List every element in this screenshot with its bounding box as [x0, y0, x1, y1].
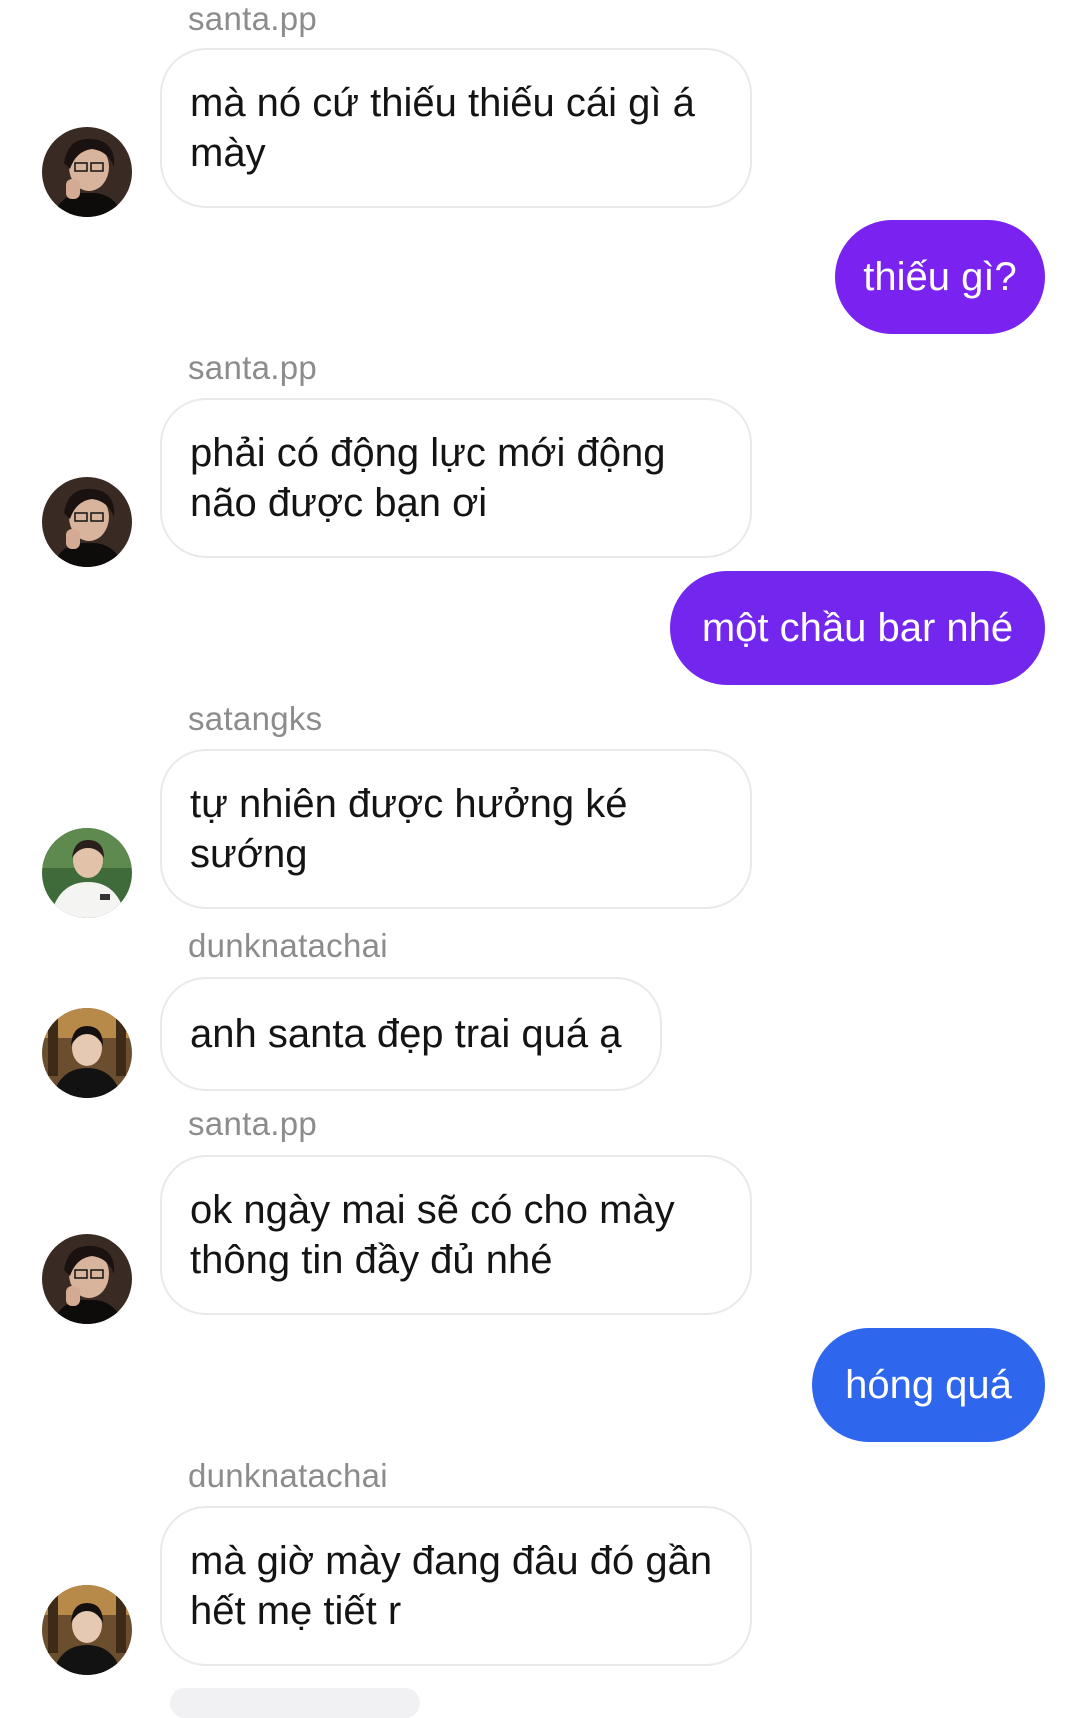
sender-name: dunknatachai [188, 1457, 388, 1494]
sender-name: santa.pp [188, 349, 318, 386]
message-text: mà nó cứ thiếu thiếu cái gì á mày [190, 81, 695, 175]
message-text: hóng quá [845, 1363, 1012, 1407]
avatar-santa[interactable] [42, 127, 132, 217]
avatar-satang[interactable] [42, 828, 132, 918]
avatar-dunk[interactable] [42, 1585, 132, 1675]
message-text: mà giờ mày đang đâu đó gần hết mẹ tiết r [190, 1539, 713, 1633]
next-message-edge [170, 1688, 420, 1718]
message-text: thiếu gì? [863, 255, 1017, 299]
avatar-santa[interactable] [42, 477, 132, 567]
sender-name: santa.pp [188, 0, 318, 37]
incoming-message-bubble[interactable]: anh santa đẹp trai quá ạ [160, 977, 662, 1091]
sender-name: dunknatachai [188, 927, 388, 964]
message-text: ok ngày mai sẽ có cho mày thông tin đầy … [190, 1188, 675, 1282]
outgoing-message-bubble[interactable]: hóng quá [812, 1328, 1045, 1442]
sender-name: satangks [188, 700, 323, 737]
incoming-message-bubble[interactable]: tự nhiên được hưởng ké sướng [160, 749, 752, 909]
message-text: một chầu bar nhé [701, 606, 1014, 650]
outgoing-message-bubble[interactable]: một chầu bar nhé [670, 571, 1045, 685]
outgoing-message-bubble[interactable]: thiếu gì? [835, 220, 1045, 334]
message-text: phải có động lực mới động não được bạn ơ… [190, 431, 666, 525]
incoming-message-bubble[interactable]: mà giờ mày đang đâu đó gần hết mẹ tiết r [160, 1506, 752, 1666]
avatar-santa[interactable] [42, 1234, 132, 1324]
sender-name: santa.pp [188, 1105, 318, 1142]
message-text: tự nhiên được hưởng ké sướng [190, 782, 628, 876]
incoming-message-bubble[interactable]: ok ngày mai sẽ có cho mày thông tin đầy … [160, 1155, 752, 1315]
avatar-dunk[interactable] [42, 1008, 132, 1098]
incoming-message-bubble[interactable]: mà nó cứ thiếu thiếu cái gì á mày [160, 48, 752, 208]
incoming-message-bubble[interactable]: phải có động lực mới động não được bạn ơ… [160, 398, 752, 558]
message-text: anh santa đẹp trai quá ạ [190, 1012, 622, 1056]
